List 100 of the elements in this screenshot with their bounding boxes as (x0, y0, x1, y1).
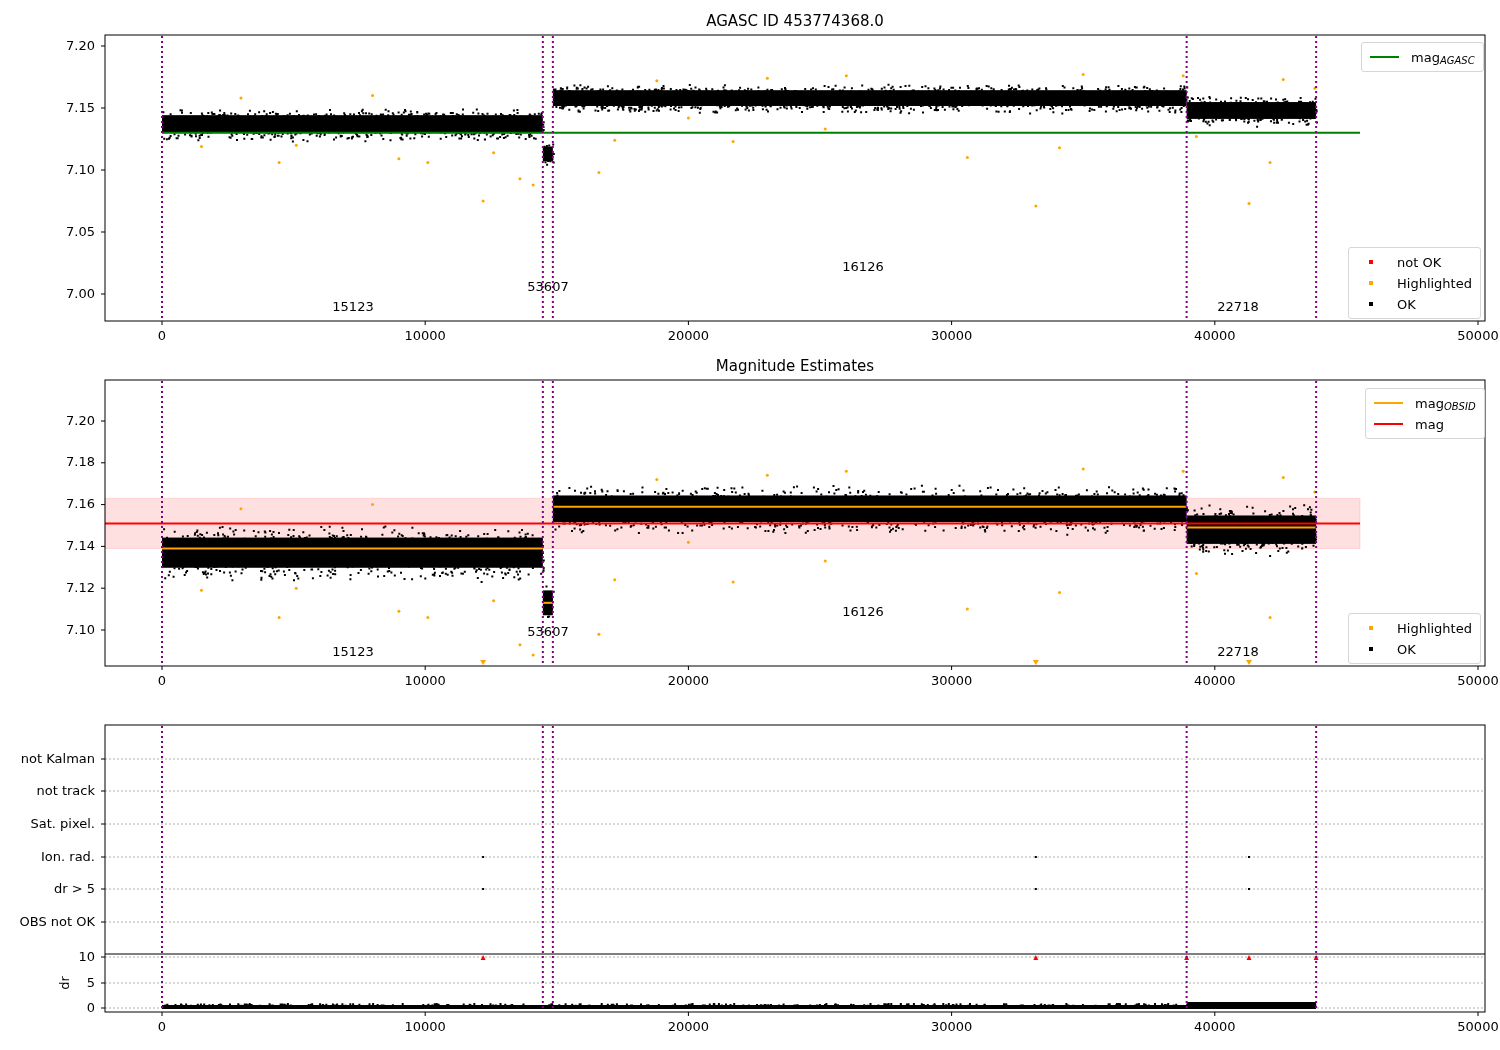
segment-label: 15123 (332, 643, 374, 659)
highlighted-point (518, 643, 522, 647)
highlighted-point (426, 615, 430, 619)
x-tick-label: 40000 (1194, 327, 1236, 343)
highlighted-point (1281, 475, 1285, 479)
x-tick-label: 10000 (404, 1018, 446, 1034)
category-label: Sat. pixel. (30, 815, 95, 831)
legend-label: not OK (1397, 255, 1442, 269)
highlighted-point (277, 161, 281, 165)
category-label: not track (36, 782, 95, 798)
out-of-range-marker (1313, 955, 1319, 960)
highlighted-point (655, 79, 659, 83)
out-of-range-marker (1184, 955, 1190, 960)
legend-label: mag$_{OBSID}$ (1415, 396, 1476, 410)
y-tick-label: 7.05 (66, 223, 95, 239)
y-tick-label: 7.00 (66, 285, 95, 301)
highlighted-point (1313, 490, 1317, 494)
highlighted-point (518, 177, 522, 181)
highlighted-point (1268, 161, 1272, 165)
category-label: dr > 5 (53, 880, 95, 896)
x-tick-label: 10000 (404, 672, 446, 688)
out-of-range-marker (480, 955, 486, 960)
chart-title: Magnitude Estimates (715, 356, 875, 375)
x-tick-label: 0 (157, 1018, 167, 1034)
highlighted-point (200, 588, 203, 592)
legend-label: Highlighted (1397, 276, 1472, 290)
highlighted-point (531, 653, 535, 657)
category-label: not Kalman (20, 750, 95, 766)
category-label: Ion. rad. (41, 848, 95, 864)
highlighted-point (823, 559, 827, 563)
highlighted-point (613, 578, 617, 582)
segment-label: 16126 (842, 603, 884, 619)
legend-label: Highlighted (1397, 621, 1472, 635)
highlighted-point (371, 503, 375, 507)
chart-title: AGASC ID 453774368.0 (706, 11, 884, 30)
highlighted-point (686, 540, 690, 544)
segment-label: 53607 (527, 278, 569, 294)
highlighted-point (597, 171, 601, 174)
highlighted-point (965, 607, 969, 611)
y-tick-label: 5 (86, 974, 95, 990)
legend-label: OK (1397, 297, 1416, 311)
highlighted-point (1034, 204, 1038, 208)
y-tick-label: 7.15 (66, 99, 95, 115)
y-tick-label: 7.12 (66, 579, 95, 595)
x-tick-label: 20000 (667, 672, 710, 688)
highlighted-point (397, 157, 401, 161)
highlighted-point (731, 580, 735, 584)
x-tick-label: 30000 (930, 327, 973, 343)
highlighted-point (397, 609, 401, 613)
highlighted-point (294, 143, 298, 147)
y-tick-label: 7.20 (66, 412, 95, 428)
x-tick-label: 40000 (1194, 1018, 1236, 1034)
highlighted-point (1058, 590, 1061, 594)
highlighted-point (531, 183, 535, 187)
highlighted-point (371, 94, 375, 98)
y-tick-label: 7.20 (66, 37, 95, 53)
y-tick-label: 7.10 (66, 161, 95, 177)
segment-label: 15123 (332, 298, 374, 314)
highlighted-point (492, 151, 496, 155)
highlighted-point (239, 507, 243, 511)
highlighted-point (597, 632, 601, 636)
highlighted-point (1247, 202, 1251, 205)
highlighted-point (1281, 78, 1285, 81)
x-tick-label: 50000 (1457, 327, 1499, 343)
out-of-range-marker (480, 660, 487, 665)
y-tick-label: 7.14 (66, 537, 95, 553)
x-tick-label: 50000 (1457, 1018, 1499, 1034)
y-axis-label: dr (56, 976, 72, 990)
highlighted-point (294, 586, 298, 590)
segment-label: 16126 (842, 258, 884, 274)
highlighted-point (492, 599, 496, 603)
highlighted-point (200, 144, 203, 148)
highlighted-point (1181, 74, 1185, 78)
highlighted-point (765, 473, 769, 477)
highlighted-point (613, 138, 617, 142)
highlighted-point (1081, 467, 1085, 471)
out-of-range-marker (1032, 660, 1039, 665)
highlighted-point (1313, 86, 1317, 90)
out-of-range-marker (1246, 660, 1252, 665)
highlighted-point (1194, 135, 1198, 138)
x-tick-label: 30000 (930, 672, 973, 688)
out-of-range-marker (1246, 955, 1252, 960)
segment-label: 22718 (1217, 643, 1259, 659)
x-tick-label: 30000 (930, 1018, 973, 1034)
y-tick-label: 7.18 (66, 454, 95, 470)
out-of-range-marker (1033, 955, 1039, 960)
category-label: OBS not OK (19, 913, 95, 929)
legend-label: OK (1397, 642, 1416, 656)
y-tick-label: 10 (78, 948, 95, 964)
highlighted-point (426, 161, 430, 165)
legend-label: mag (1415, 417, 1444, 431)
y-tick-label: 0 (86, 999, 95, 1015)
highlighted-point (1058, 146, 1061, 150)
x-tick-label: 0 (157, 327, 167, 343)
highlighted-point (1081, 73, 1085, 76)
highlighted-point (686, 116, 690, 120)
highlighted-point (239, 96, 243, 100)
highlighted-point (655, 478, 659, 481)
x-tick-label: 50000 (1457, 672, 1499, 688)
segment-label: 53607 (527, 623, 569, 639)
